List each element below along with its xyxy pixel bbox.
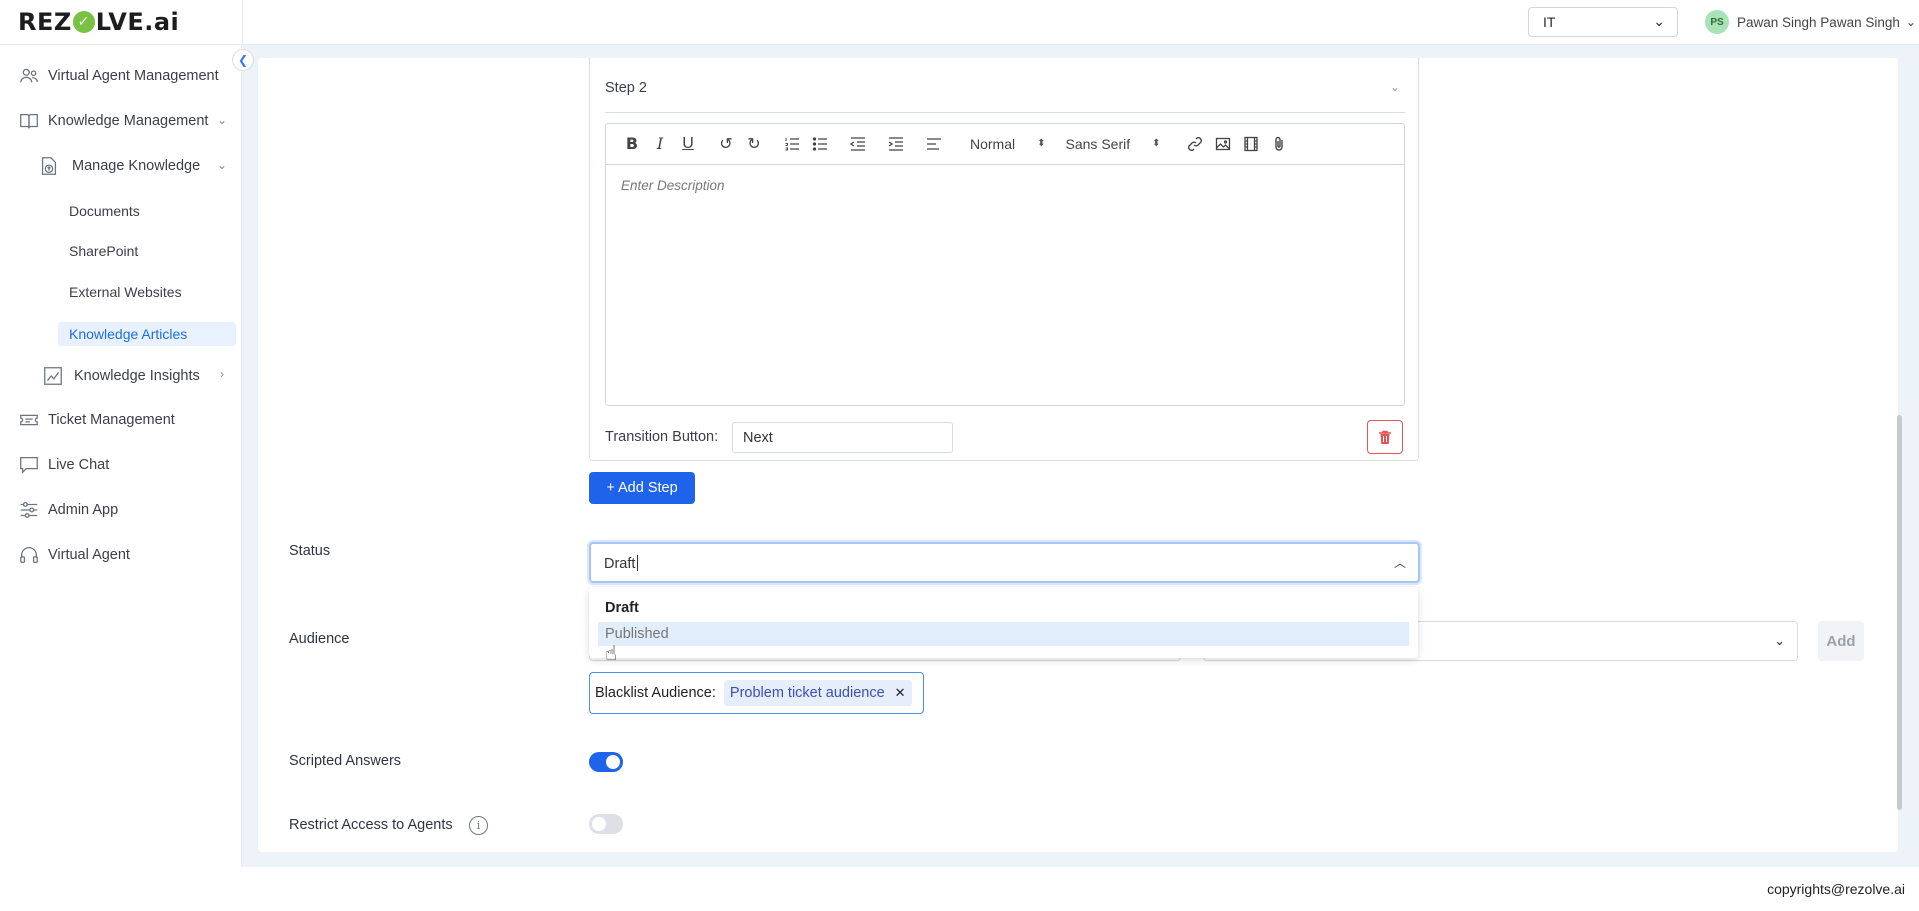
audience-chip: Problem ticket audience ✕: [723, 680, 912, 706]
italic-icon[interactable]: I: [646, 132, 674, 156]
status-select[interactable]: Draft ︿: [589, 542, 1420, 583]
chat-icon: [18, 454, 40, 476]
sidebar-item-label: Knowledge Insights: [74, 368, 200, 384]
editor-toolbar: B I U ↺ ↻ Normal ⬍ Sans Serif ⬍: [605, 123, 1405, 165]
sidebar-item-manage-knowledge[interactable]: Manage Knowledge: [38, 155, 200, 177]
user-menu[interactable]: PS Pawan Singh Pawan Singh ⌄: [1705, 10, 1916, 34]
blacklist-audience[interactable]: Blacklist Audience: Problem ticket audie…: [589, 672, 924, 714]
scrollbar[interactable]: [1897, 415, 1902, 810]
logo-check-icon: ✓: [72, 11, 95, 33]
updown-icon: ⬍: [1152, 138, 1161, 149]
sidebar-item-sharepoint[interactable]: SharePoint: [69, 243, 138, 259]
restrict-access-toggle[interactable]: [589, 814, 623, 834]
ordered-list-icon[interactable]: [778, 132, 806, 156]
delete-step-button[interactable]: [1367, 420, 1403, 454]
align-icon[interactable]: [920, 132, 948, 156]
video-icon[interactable]: [1237, 132, 1265, 156]
copyright-text: copyrights@rezolve.ai: [1767, 881, 1905, 897]
bold-icon[interactable]: B: [618, 132, 646, 156]
scripted-answers-label: Scripted Answers: [289, 753, 402, 769]
chart-icon: [42, 365, 64, 387]
chip-label: Problem ticket audience: [729, 685, 885, 701]
status-option-draft[interactable]: Draft: [598, 596, 1409, 620]
sidebar-item-label: Ticket Management: [48, 412, 175, 428]
chevron-down-icon: ⌄: [1905, 15, 1916, 29]
sidebar-item-external-websites[interactable]: External Websites: [69, 284, 182, 300]
sliders-icon: [18, 499, 40, 521]
sidebar-item-label: Manage Knowledge: [72, 158, 201, 174]
hand-cursor-icon: ☝: [605, 643, 618, 665]
chevron-down-icon: ⌄: [217, 113, 228, 127]
avatar: PS: [1705, 10, 1729, 34]
sidebar-item-virtual-agent[interactable]: Virtual Agent: [18, 544, 130, 566]
sidebar-item-documents[interactable]: Documents: [69, 203, 140, 219]
scripted-answers-toggle[interactable]: [589, 752, 623, 772]
editor-placeholder: Enter Description: [621, 178, 725, 193]
chevron-down-icon: ⌄: [1774, 633, 1785, 648]
sidebar-item-label: Virtual Agent Management: [48, 68, 219, 84]
redo-icon[interactable]: ↻: [740, 132, 768, 156]
sidebar-item-knowledge-management[interactable]: Knowledge Management: [18, 110, 208, 132]
link-icon[interactable]: [1181, 132, 1209, 156]
bullet-list-icon[interactable]: [806, 132, 834, 156]
rich-text-editor[interactable]: [605, 123, 1405, 406]
image-icon[interactable]: [1209, 132, 1237, 156]
sidebar-item-knowledge-insights[interactable]: Knowledge Insights: [42, 365, 200, 387]
transition-button-input[interactable]: Next: [732, 422, 953, 453]
audience-label: Audience: [289, 631, 350, 647]
text-caret: [637, 555, 639, 571]
chevron-down-icon[interactable]: ⌄: [1390, 80, 1400, 94]
sidebar-item-live-chat[interactable]: Live Chat: [18, 454, 109, 476]
sidebar-item-label: Admin App: [48, 502, 119, 518]
transition-button-label: Transition Button:: [605, 429, 719, 445]
logo: REZ ✓ LVE.ai: [18, 8, 180, 36]
font-select[interactable]: Sans Serif ⬍: [1066, 136, 1161, 152]
blacklist-label: Blacklist Audience:: [595, 685, 716, 701]
sidebar-item-admin-app[interactable]: Admin App: [18, 499, 118, 521]
add-audience-button[interactable]: Add: [1818, 621, 1864, 661]
add-step-button[interactable]: + Add Step: [589, 472, 695, 504]
sidebar-item-ticket-management[interactable]: Ticket Management: [18, 409, 175, 431]
close-icon[interactable]: ✕: [895, 685, 906, 701]
chevron-up-icon: ︿: [1393, 556, 1406, 570]
chevron-right-icon: ›: [220, 367, 224, 381]
sidebar-item-label: Live Chat: [48, 457, 110, 473]
collapse-sidebar-icon[interactable]: ❮: [232, 49, 254, 71]
headset-icon: [18, 544, 40, 566]
attachment-icon[interactable]: [1265, 132, 1293, 156]
user-name: Pawan Singh Pawan Singh: [1737, 14, 1900, 30]
divider: [605, 112, 1405, 113]
ticket-icon: [18, 409, 40, 431]
restrict-access-label: Restrict Access to Agents: [289, 817, 453, 833]
chevron-down-icon: ⌄: [1653, 13, 1665, 29]
status-value: Draft: [604, 556, 636, 572]
book-icon: [18, 110, 40, 132]
sidebar-item-virtual-agent-management[interactable]: Virtual Agent Management: [18, 65, 219, 87]
format-select[interactable]: Normal ⬍: [970, 136, 1046, 152]
status-label: Status: [289, 543, 331, 559]
info-icon[interactable]: i: [469, 816, 488, 835]
chevron-down-icon: ⌄: [217, 158, 228, 172]
language-value: IT: [1543, 14, 1556, 30]
sidebar-item-label: Virtual Agent: [48, 547, 130, 563]
outdent-icon[interactable]: [844, 132, 872, 156]
underline-icon[interactable]: U: [674, 132, 702, 156]
step-title[interactable]: Step 2: [605, 80, 647, 96]
upload-icon: [38, 155, 60, 177]
top-bar: REZ ✓ LVE.ai IT ⌄ PS Pawan Singh Pawan Sin…: [0, 0, 1919, 45]
updown-icon: ⬍: [1037, 138, 1046, 149]
undo-icon[interactable]: ↺: [712, 132, 740, 156]
status-option-published[interactable]: Published: [598, 622, 1409, 646]
status-dropdown: Draft Published: [589, 587, 1418, 658]
language-select[interactable]: IT ⌄: [1528, 7, 1678, 37]
sidebar-item-knowledge-articles[interactable]: Knowledge Articles: [58, 322, 236, 346]
divider: [242, 0, 243, 45]
users-icon: [18, 65, 40, 87]
indent-icon[interactable]: [882, 132, 910, 156]
sidebar-item-label: Knowledge Management: [48, 113, 209, 129]
trash-icon: [1379, 430, 1391, 444]
footer: copyrights@rezolve.ai: [0, 867, 1919, 911]
